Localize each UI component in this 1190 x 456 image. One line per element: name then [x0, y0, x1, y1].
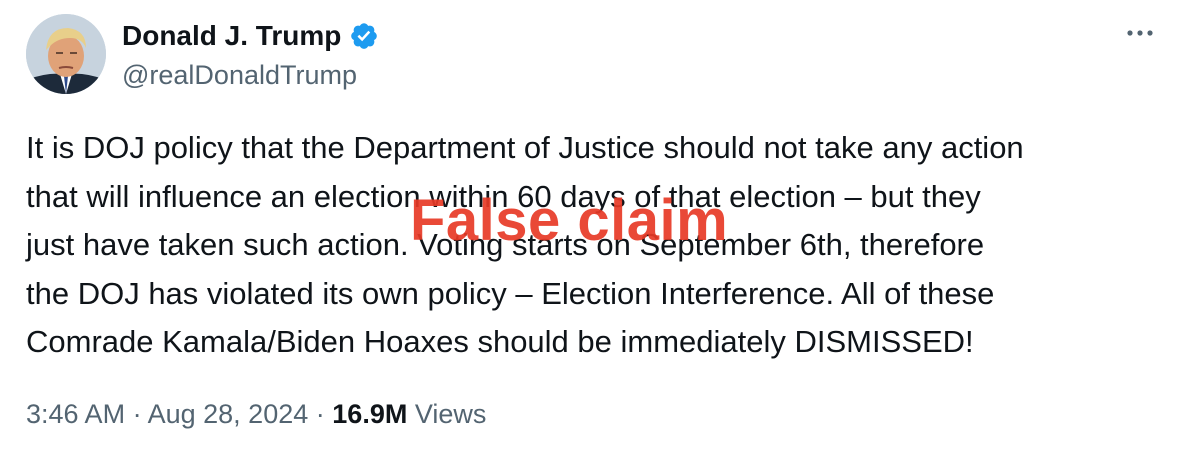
more-options-button[interactable]: [1122, 20, 1158, 46]
tweet-text-line: Comrade Kamala/Biden Hoaxes should be im…: [26, 324, 974, 359]
views-count: 16.9M: [332, 399, 408, 429]
tweet-time: 3:46 AM: [26, 399, 126, 429]
more-horizontal-icon: [1127, 30, 1153, 36]
tweet-text-line: It is DOJ policy that the Department of …: [26, 130, 1024, 165]
avatar-portrait: [26, 14, 106, 94]
false-claim-overlay: False claim: [410, 188, 729, 253]
views-label: Views: [414, 399, 487, 429]
author-handle[interactable]: @realDonaldTrump: [122, 58, 357, 92]
tweet-timestamp-link[interactable]: 3:46 AM · Aug 28, 2024: [26, 399, 308, 429]
verified-badge-icon[interactable]: [349, 21, 379, 51]
tweet-date: Aug 28, 2024: [147, 399, 309, 429]
meta-separator: ·: [315, 399, 325, 429]
author-display-name[interactable]: Donald J. Trump: [122, 18, 341, 54]
author-name-row: Donald J. Trump: [122, 16, 379, 56]
meta-separator: ·: [132, 399, 142, 429]
tweet-meta: 3:46 AM · Aug 28, 2024 · 16.9M Views: [26, 394, 486, 434]
tweet-text-line: the DOJ has violated its own policy – El…: [26, 275, 995, 311]
avatar[interactable]: [26, 14, 106, 94]
